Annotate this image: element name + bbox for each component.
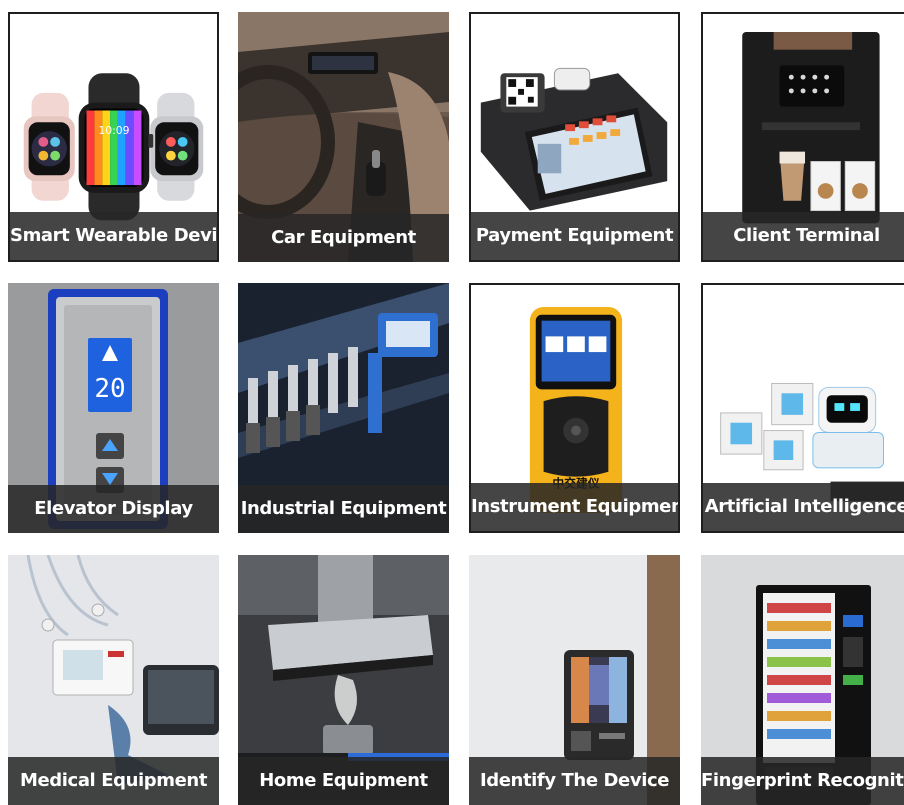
tile-client-terminal[interactable]: Client Terminal [701,12,904,262]
tile-home-equipment[interactable]: Home Equipment [238,555,449,805]
tile-caption: Home Equipment [238,757,449,805]
tile-caption: Smart Wearable Device [10,212,217,260]
tile-caption: Car Equipment [238,214,449,262]
tile-car-equipment[interactable]: Car Equipment [238,12,449,262]
tile-smart-wearable-device[interactable]: 10:09 Smart Wearable Device [8,12,219,262]
tile-industrial-equipment[interactable]: Industrial Equipment [238,283,449,533]
tile-caption: Artificial Intelligence [703,483,904,531]
tile-fingerprint-recognition[interactable]: Fingerprint Recognition [701,555,904,805]
tile-caption: Identify The Device [469,757,680,805]
tile-payment-equipment[interactable]: Payment Equipment [469,12,680,262]
tile-caption: Medical Equipment [8,757,219,805]
tile-caption: Industrial Equipment [238,485,449,533]
tile-identify-the-device[interactable]: Identify The Device [469,555,680,805]
elevator-floor: 20 [94,374,125,404]
tile-caption: Instrument Equipment [471,483,678,531]
tile-caption: Payment Equipment [471,212,678,260]
tile-artificial-intelligence[interactable]: Artificial Intelligence [701,283,904,533]
watch-time: 10:09 [98,124,129,137]
tile-caption: Client Terminal [703,212,904,260]
tile-caption: Fingerprint Recognition [701,757,904,805]
tile-instrument-equipment[interactable]: 中交建仪 Instrument Equipment [469,283,680,533]
tile-caption: Elevator Display [8,485,219,533]
tile-elevator-display[interactable]: 20 Elevator Display [8,283,219,533]
tile-medical-equipment[interactable]: Medical Equipment [8,555,219,805]
